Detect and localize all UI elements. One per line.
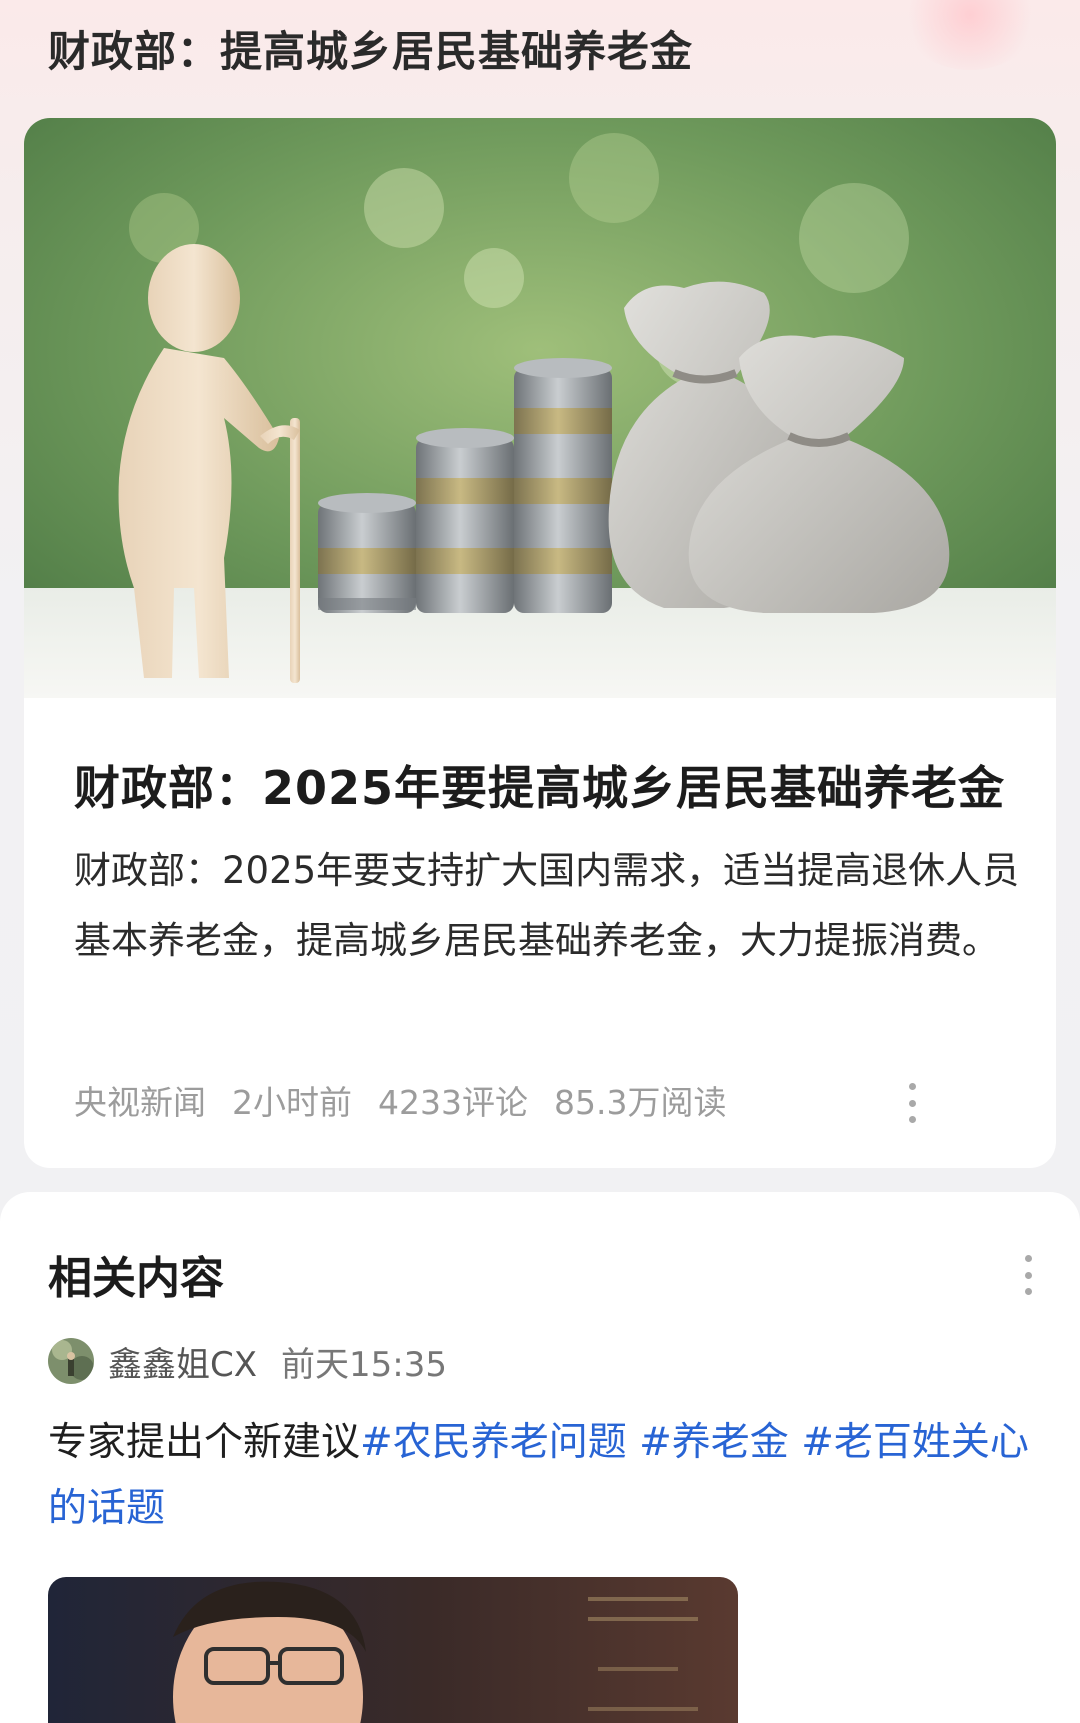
article-title[interactable]: 财政部：2025年要提高城乡居民基础养老金	[74, 752, 1005, 818]
hashtag-link[interactable]: #养老金	[639, 1420, 789, 1465]
page: 财政部：提高城乡居民基础养老金 财政部：2025年要提高城乡居民基础养老金 财政…	[0, 0, 1080, 1723]
post-text[interactable]: 专家提出个新建议#农民养老问题 #养老金 #老百姓关心的话题	[48, 1410, 1038, 1542]
author-name[interactable]: 鑫鑫姐CX	[108, 1337, 257, 1386]
article-hero-image[interactable]	[24, 118, 1056, 698]
more-icon[interactable]	[1018, 1255, 1038, 1295]
hashtag-link[interactable]: #农民养老问题	[360, 1420, 627, 1465]
more-icon[interactable]	[902, 1083, 922, 1123]
article-summary[interactable]: 财政部：2025年要支持扩大国内需求，适当提高退休人员基本养老金，提高城乡居民基…	[74, 836, 1034, 976]
post-text-body: 专家提出个新建议	[48, 1420, 361, 1465]
avatar[interactable]	[48, 1338, 94, 1384]
article-time: 2小时前	[232, 1083, 352, 1122]
related-title: 相关内容	[48, 1253, 224, 1304]
article-comments[interactable]: 4233评论	[378, 1076, 528, 1124]
video-thumbnail[interactable]	[48, 1577, 738, 1723]
article-reads: 85.3万阅读	[553, 1083, 727, 1122]
related-section: 相关内容 鑫鑫姐CX 前天15:35 专家提出个新建议#农民养老问题 #养老金 …	[0, 1192, 1080, 1723]
post-time: 前天15:35	[281, 1344, 448, 1385]
page-title: 财政部：提高城乡居民基础养老金	[48, 27, 694, 76]
article-meta: 央视新闻 2小时前 4233评论 85.3万阅读	[74, 1076, 726, 1124]
author-row[interactable]: 鑫鑫姐CX 前天15:35	[48, 1336, 447, 1386]
article-card[interactable]: 财政部：2025年要提高城乡居民基础养老金 财政部：2025年要支持扩大国内需求…	[24, 118, 1056, 1168]
article-source[interactable]: 央视新闻	[74, 1076, 206, 1124]
decor-blob	[900, 0, 1040, 70]
